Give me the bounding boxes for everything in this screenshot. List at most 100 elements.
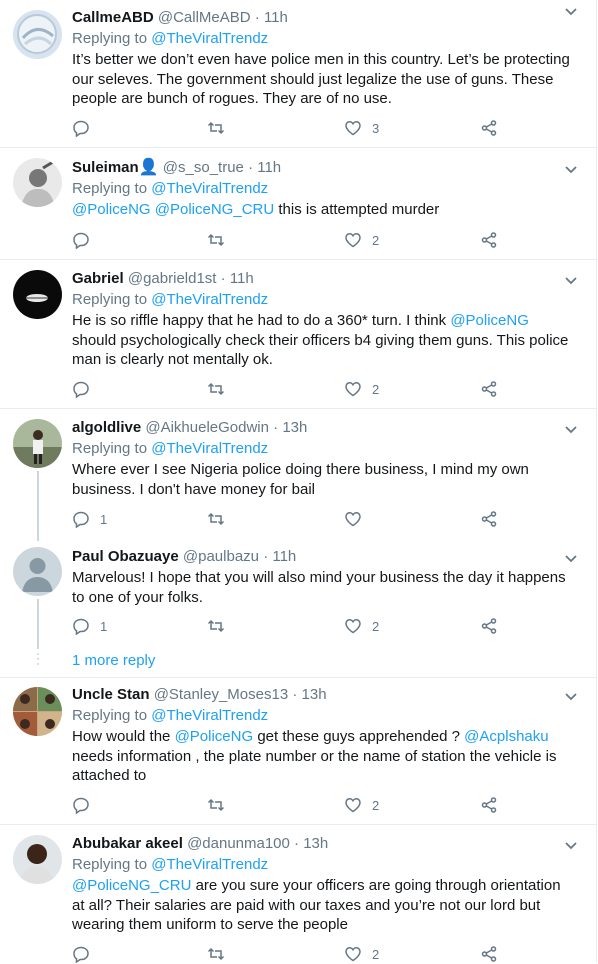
share-button[interactable]: [480, 379, 498, 399]
replying-label: Replying to: [72, 30, 148, 47]
default-avatar[interactable]: [13, 547, 62, 596]
avatar[interactable]: [13, 835, 62, 884]
like-button[interactable]: 2: [344, 795, 379, 815]
share-button[interactable]: [480, 230, 498, 250]
share-button[interactable]: [480, 616, 498, 636]
tweet-abubakar-akeel[interactable]: Abubakar akeel @danunma100 · 13h Replyin…: [0, 825, 596, 963]
timestamp[interactable]: 13h: [282, 419, 307, 436]
timestamp[interactable]: 11h: [230, 270, 254, 287]
timestamp[interactable]: 13h: [302, 686, 327, 703]
reply-button[interactable]: [72, 118, 90, 138]
mention-link[interactable]: @Acplshaku: [464, 728, 548, 745]
chevron-down-icon[interactable]: [564, 551, 578, 565]
like-button[interactable]: 2: [344, 944, 379, 964]
display-name[interactable]: Suleiman: [72, 159, 139, 176]
retweet-button[interactable]: [207, 944, 225, 964]
timestamp[interactable]: 11h: [257, 159, 281, 176]
mention-link[interactable]: @TheViralTrendz: [151, 707, 268, 724]
user-handle[interactable]: @AikhueleGodwin: [145, 419, 269, 436]
user-handle[interactable]: @s_so_true: [163, 159, 244, 176]
like-button[interactable]: 3: [344, 118, 379, 138]
user-handle[interactable]: @danunma100: [187, 835, 290, 852]
like-count: 2: [372, 232, 380, 248]
share-button[interactable]: [480, 795, 498, 815]
user-handle[interactable]: @paulbazu: [183, 548, 259, 565]
display-name[interactable]: Abubakar akeel: [72, 835, 183, 852]
reply-button[interactable]: [72, 944, 90, 964]
mention-link[interactable]: @TheViralTrendz: [151, 440, 268, 457]
reply-icon: [73, 120, 89, 137]
chevron-down-icon[interactable]: [564, 162, 578, 176]
user-handle[interactable]: @gabrield1st: [128, 270, 217, 287]
share-button[interactable]: [480, 118, 498, 138]
tweet-text-part: How would the: [72, 728, 171, 745]
share-button[interactable]: [480, 944, 498, 964]
mention-link[interactable]: @PoliceNG_CRU: [72, 877, 191, 894]
chevron-down-icon[interactable]: [564, 273, 578, 287]
share-icon: [481, 797, 497, 813]
mention-link[interactable]: @PoliceNG: [175, 728, 254, 745]
chevron-down-icon[interactable]: [564, 422, 578, 436]
timestamp[interactable]: 11h: [272, 548, 296, 565]
avatar[interactable]: [13, 158, 62, 207]
mention-link[interactable]: @TheViralTrendz: [151, 291, 268, 308]
tweet-callmeabd[interactable]: CallmeABD @CallMeABD · 11h Replying to @…: [0, 0, 596, 148]
mention-link[interactable]: @TheViralTrendz: [151, 856, 268, 873]
mention-link[interactable]: @PoliceNG: [450, 312, 529, 329]
retweet-icon: [207, 619, 225, 633]
reply-button[interactable]: [72, 230, 90, 250]
tweet-text: Marvelous! I hope that you will also min…: [72, 569, 566, 606]
reply-button[interactable]: 1: [72, 616, 107, 636]
tweet-paul-obazuaye[interactable]: Paul Obazuaye @paulbazu · 11h Marvelous!…: [0, 539, 596, 649]
avatar[interactable]: [13, 270, 62, 319]
timestamp[interactable]: 11h: [264, 9, 288, 26]
avatar[interactable]: [13, 419, 62, 468]
mention-link[interactable]: @PoliceNG_CRU: [155, 201, 274, 218]
action-bar: 3: [72, 118, 512, 138]
mention-link[interactable]: @TheViralTrendz: [151, 30, 268, 47]
retweet-button[interactable]: [207, 616, 225, 636]
mention-link[interactable]: @PoliceNG: [72, 201, 151, 218]
display-name[interactable]: CallmeABD: [72, 9, 154, 26]
share-button[interactable]: [480, 509, 498, 529]
tweet-suleiman[interactable]: Suleiman👤 @s_so_true · 11h Replying to @…: [0, 148, 596, 260]
chevron-down-icon[interactable]: [564, 689, 578, 703]
reply-button[interactable]: 1: [72, 509, 107, 529]
like-button[interactable]: [344, 509, 362, 529]
reply-count: 1: [100, 618, 108, 634]
mention-link[interactable]: @TheViralTrendz: [151, 180, 268, 197]
retweet-button[interactable]: [207, 379, 225, 399]
display-name[interactable]: Paul Obazuaye: [72, 548, 179, 565]
reply-button[interactable]: [72, 379, 90, 399]
tweet-algoldlive[interactable]: algoldlive @AikhueleGodwin · 13h Replyin…: [0, 409, 596, 541]
retweet-button[interactable]: [207, 230, 225, 250]
timestamp[interactable]: 13h: [303, 835, 328, 852]
retweet-button[interactable]: [207, 509, 225, 529]
display-name[interactable]: Gabriel: [72, 270, 124, 287]
like-button[interactable]: 2: [344, 616, 379, 636]
retweet-icon: [207, 512, 225, 526]
tweet-uncle-stan[interactable]: Uncle Stan @Stanley_Moses13 · 13h Replyi…: [0, 678, 596, 825]
retweet-button[interactable]: [207, 795, 225, 815]
display-name[interactable]: algoldlive: [72, 419, 141, 436]
reply-icon: [73, 797, 89, 814]
action-bar: 2: [72, 230, 512, 250]
like-button[interactable]: 2: [344, 230, 379, 250]
chevron-down-icon[interactable]: [564, 4, 578, 18]
tweet-gabriel[interactable]: Gabriel @gabrield1st · 11h Replying to @…: [0, 260, 596, 409]
user-handle[interactable]: @Stanley_Moses13: [154, 686, 288, 703]
avatar[interactable]: [13, 10, 62, 59]
reply-button[interactable]: [72, 795, 90, 815]
more-replies-link[interactable]: 1 more reply: [72, 652, 155, 669]
like-button[interactable]: 2: [344, 379, 379, 399]
user-handle[interactable]: @CallMeABD: [158, 9, 251, 26]
replying-label: Replying to: [72, 180, 148, 197]
tweet-header: Paul Obazuaye @paulbazu · 11h: [72, 547, 296, 567]
display-name[interactable]: Uncle Stan: [72, 686, 150, 703]
replying-label: Replying to: [72, 440, 148, 457]
retweet-button[interactable]: [207, 118, 225, 138]
replying-to: Replying to @TheViralTrendz: [72, 290, 268, 310]
avatar[interactable]: [13, 687, 62, 736]
chevron-down-icon[interactable]: [564, 838, 578, 852]
retweet-icon: [207, 798, 225, 812]
